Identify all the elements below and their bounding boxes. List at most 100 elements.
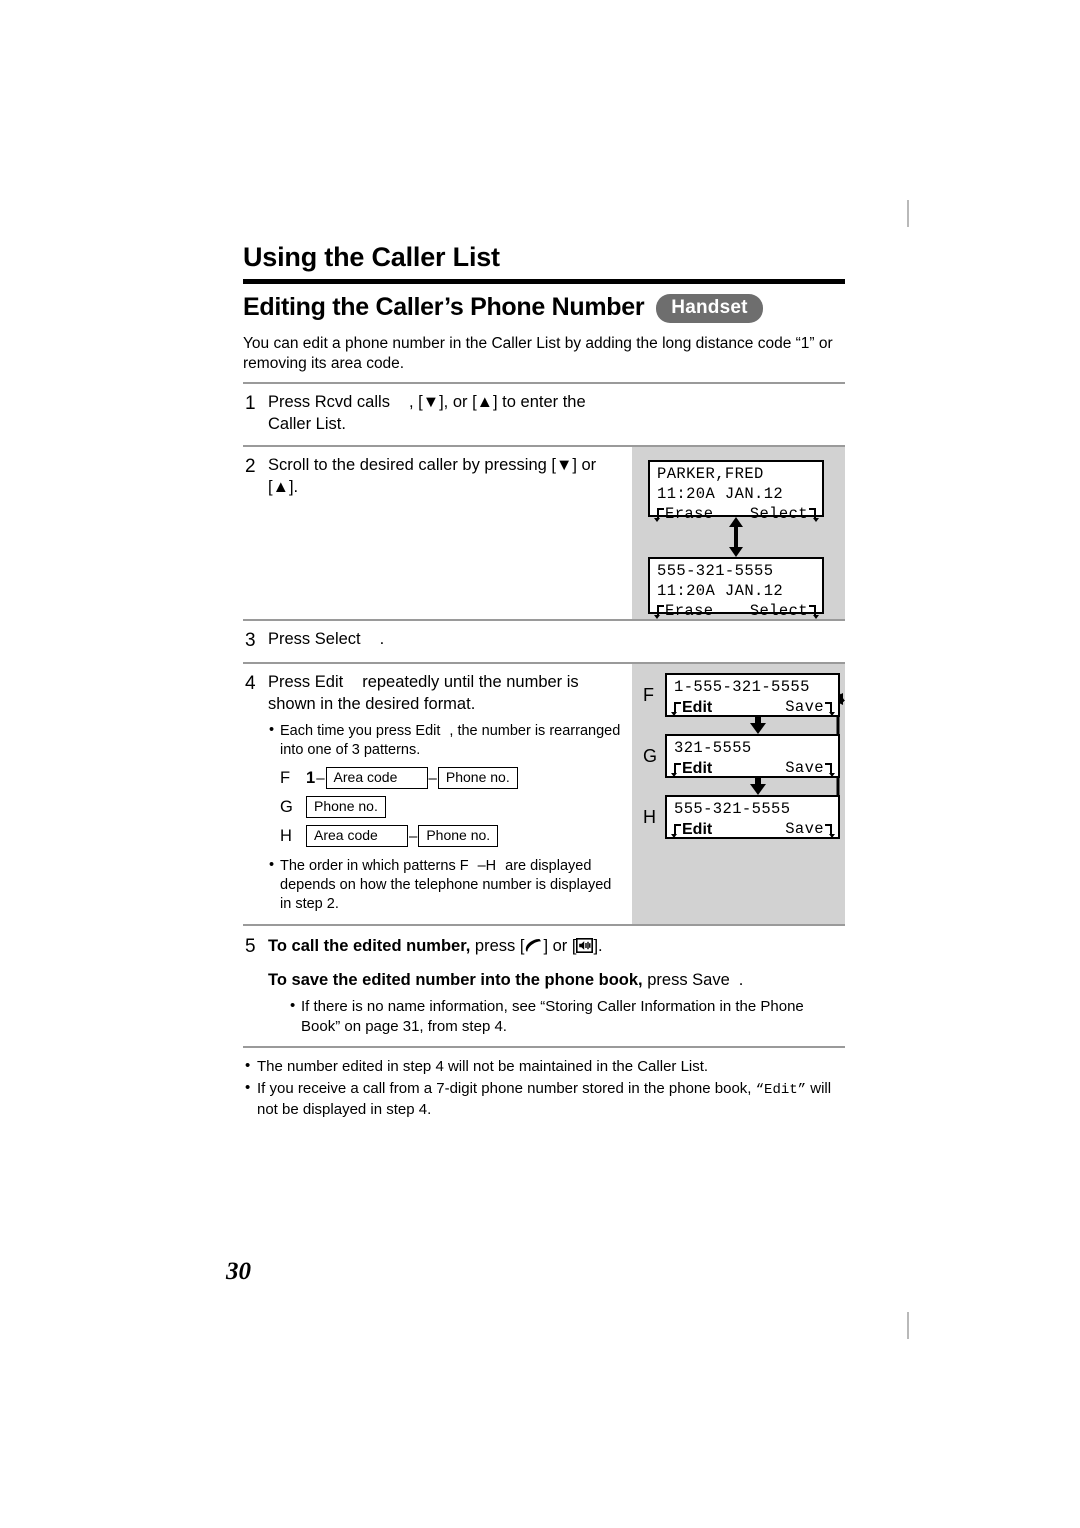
softkey-right: Select <box>749 504 819 525</box>
step-3-text-b: . <box>379 630 385 649</box>
intro-paragraph: You can edit a phone number in the Calle… <box>243 334 833 372</box>
softkey-down-arrow-icon <box>654 508 665 523</box>
softkey-down-arrow-icon <box>824 762 835 777</box>
lcd-line-1: 1-555-321-5555 <box>674 678 810 697</box>
softkey-left-label: Edit <box>682 698 713 716</box>
pattern-diagram: F 1 – Area code – Phone no. G Phone no. <box>280 766 626 848</box>
lcd-line-1: 555-321-5555 <box>657 562 774 581</box>
step-row-4: 4 Press Edit repeatedly until the number … <box>243 664 845 927</box>
lcd-stack-step2: PARKER,FRED 11:20A JAN.12 Erase Select 5… <box>648 460 824 620</box>
down-key-label: ▼ <box>555 456 573 475</box>
step-3-illustration <box>632 621 845 663</box>
step-3-text: Press Select. <box>268 629 626 651</box>
step-5-line2-bold: To save the edited number into the phone… <box>268 970 643 989</box>
softkey-right-label: Save <box>785 759 824 778</box>
chapter-title: Using the Caller List <box>243 242 500 272</box>
steps-table: 1 Press Rcvd calls, [▼], or [▲] to enter… <box>243 382 845 1048</box>
lcd-screen-pattern-g: 321-5555 Edit Save <box>665 734 840 779</box>
step-2-text-c: ]. <box>288 478 299 497</box>
pattern-row-h: H Area code – Phone no. <box>280 824 626 848</box>
up-key-label: ▲ <box>272 478 289 497</box>
step-1-number: 1 <box>245 393 256 415</box>
pattern-dash: – <box>428 769 437 787</box>
step-5-line1-c: ]. <box>593 937 603 956</box>
lcd-softkey-row: Erase Select <box>654 601 819 622</box>
softkey-left-label: Edit <box>682 820 713 838</box>
list-item: If there is no name information, see “St… <box>290 996 843 1037</box>
lcd-softkey-row: Edit Save <box>671 820 835 840</box>
status-badge: Handset <box>656 293 763 323</box>
step-4-bullet1-a: Each time you press Edit <box>280 722 441 739</box>
page-notes: The number edited in step 4 will not be … <box>243 1056 845 1120</box>
step-row-5: 5 To call the edited number, press [ ] or… <box>243 926 845 1048</box>
flow-arrow-icon <box>665 715 840 735</box>
step-5-line1-a: press [ <box>474 937 525 956</box>
softkey-left-label: Edit <box>682 759 713 777</box>
lcd-line-2: 11:20A JAN.12 <box>657 582 784 601</box>
step-1-text: Press Rcvd calls, [▼], or [▲] to enter t… <box>268 392 626 436</box>
step-5-line1-bold: To call the edited number, <box>268 937 471 956</box>
step-5-line-1: To call the edited number, press [ ] or [… <box>268 937 603 955</box>
step-1-text-c: ], or [ <box>439 393 477 412</box>
step-row-2: 2 Scroll to the desired caller by pressi… <box>243 447 845 622</box>
lcd-line-1: PARKER,FRED <box>657 465 764 484</box>
lcd-line-1: 321-5555 <box>674 739 752 758</box>
softkey-left: Edit <box>671 759 713 779</box>
pattern-letter: H <box>280 826 292 845</box>
step-row-3: 3 Press Select. <box>243 621 845 665</box>
softkey-right-label: Select <box>749 504 808 523</box>
lcd-item-h: H 555-321-5555 Edit Save <box>643 795 845 840</box>
lcd-line-1: 555-321-5555 <box>674 800 791 819</box>
softkey-down-arrow-icon <box>671 701 682 716</box>
softkey-right-label: Save <box>785 820 824 839</box>
softkey-left-label: Erase <box>665 601 714 620</box>
softkey-left: Edit <box>671 698 713 718</box>
lcd-softkey-row: Erase Select <box>654 504 819 525</box>
note-2-a: If you receive a call from a 7-digit pho… <box>257 1079 752 1097</box>
softkey-down-arrow-icon <box>808 508 819 523</box>
lcd-line-2: 11:20A JAN.12 <box>657 485 784 504</box>
pattern-box-phone-no: Phone no. <box>437 766 518 790</box>
note-item-2: If you receive a call from a 7-digit pho… <box>245 1078 845 1120</box>
pattern-row-g: G Phone no. <box>280 795 626 819</box>
list-item: Each time you press Edit, the number is … <box>269 721 626 761</box>
step-4-body: 4 Press Edit repeatedly until the number … <box>243 664 632 924</box>
lcd-softkey-row: Edit Save <box>671 759 835 779</box>
page-number: 30 <box>226 1258 251 1285</box>
step-5-text: To call the edited number, press [ ] or [… <box>268 935 843 959</box>
lcd-screen-caller-number: 555-321-5555 11:20A JAN.12 Erase Select <box>648 557 824 620</box>
softkey-down-arrow-icon <box>808 605 819 620</box>
softkey-right: Save <box>785 698 835 718</box>
lcd-screen-caller-name: PARKER,FRED 11:20A JAN.12 Erase Select <box>648 460 824 523</box>
pattern-box-phone-no: Phone no. <box>418 824 499 848</box>
step-4-bullets: Each time you press Edit, the number is … <box>245 721 626 761</box>
softkey-right: Save <box>785 820 835 840</box>
step-4-text: Press Edit repeatedly until the number is… <box>268 672 626 716</box>
softkey-down-arrow-icon <box>671 823 682 838</box>
softkey-right: Select <box>750 602 819 622</box>
speakerphone-icon <box>576 937 594 959</box>
crop-mark-top <box>907 200 909 227</box>
lcd-softkey-row: Edit Save <box>671 698 835 718</box>
softkey-down-arrow-icon <box>824 823 835 838</box>
flow-arrow-icon <box>665 776 840 796</box>
pattern-letter: F <box>280 768 291 787</box>
step-4-bullet2-a: The order in which patterns F <box>280 857 469 874</box>
step-3-body: 3 Press Select. <box>243 621 632 662</box>
heading-rule <box>243 278 845 284</box>
step-4-illustration: F 1-555-321-5555 Edit Save G 321-5555 Ed… <box>632 664 845 925</box>
pattern-letter: G <box>280 797 293 816</box>
step-4-number: 4 <box>245 673 256 695</box>
softkey-left: Erase <box>654 505 714 525</box>
note-item-1: The number edited in step 4 will not be … <box>245 1056 845 1077</box>
crop-mark-bottom <box>907 1312 909 1339</box>
pattern-dash: – <box>316 769 325 787</box>
step-row-1: 1 Press Rcvd calls, [▼], or [▲] to enter… <box>243 384 845 448</box>
lcd-pattern-letter: H <box>643 806 656 827</box>
step-5-line1-b: ] or [ <box>543 937 577 956</box>
step-5-number: 5 <box>245 936 256 958</box>
manual-page: Using the Caller List Editing the Caller… <box>0 0 1080 1528</box>
pattern-row-f: F 1 – Area code – Phone no. <box>280 766 626 790</box>
pattern-box-phone-no: Phone no. <box>306 795 386 819</box>
step-3-number: 3 <box>245 630 256 652</box>
